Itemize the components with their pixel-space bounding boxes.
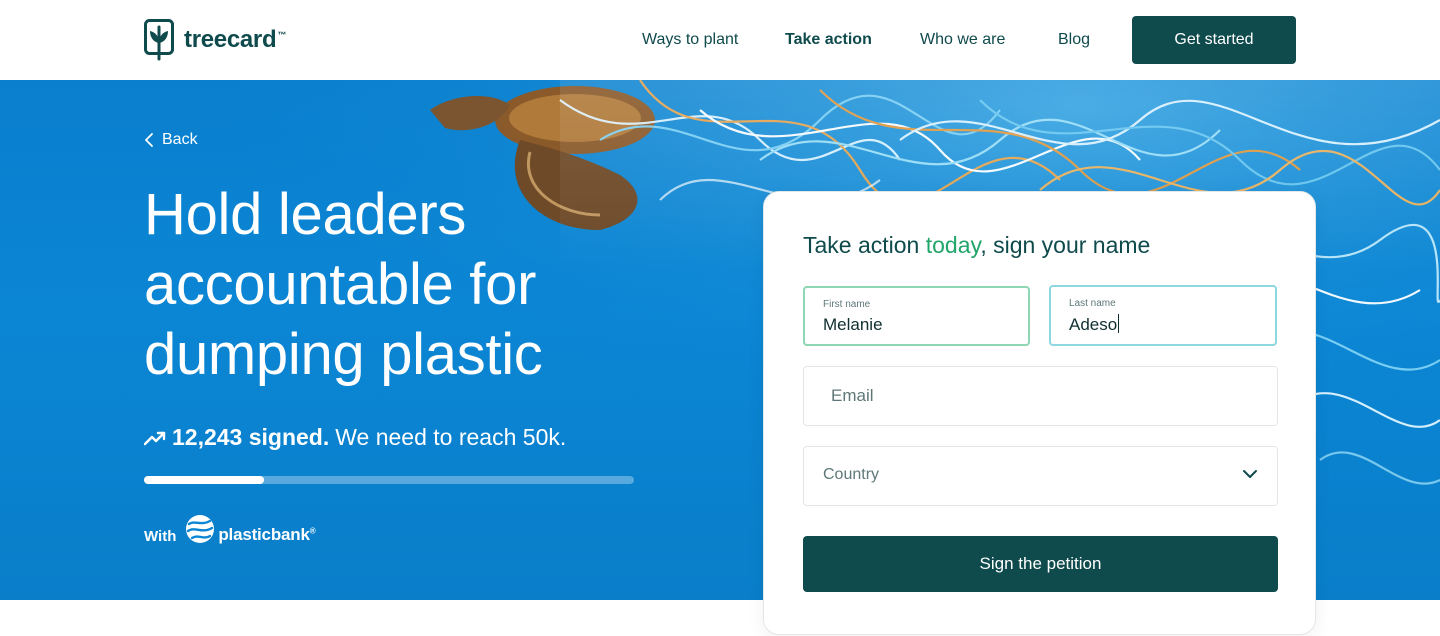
treecard-logo[interactable]: treecard™ [144,19,286,61]
back-link[interactable]: Back [144,131,198,149]
signed-count: 12,243 signed. [172,424,330,450]
chevron-down-icon [1243,470,1257,478]
hero-title-line: Hold leaders [144,182,467,247]
signature-count: 12,243 signed. We need to reach 50k. [144,424,566,451]
last-name-field[interactable]: Last name Adeso [1049,285,1277,346]
petition-progress-bar [144,476,634,484]
country-select[interactable]: Country [803,446,1278,506]
email-field[interactable]: Email [803,366,1278,426]
country-placeholder: Country [823,466,880,483]
first-name-input[interactable]: Melanie [823,315,1023,335]
partner-name: plasticbank® [218,525,316,544]
petition-form-card: Take action today, sign your name First … [763,191,1316,635]
chevron-left-icon [145,133,153,147]
plasticbank-logo[interactable]: plasticbank® [184,512,316,546]
leaf-tree-icon [144,19,174,61]
sign-petition-button[interactable]: Sign the petition [803,536,1278,592]
nav-blog[interactable]: Blog [1058,31,1090,49]
site-header: treecard™ Ways to plant Take action Who … [0,0,1440,80]
back-label: Back [162,131,198,148]
signed-goal: We need to reach 50k. [335,424,567,450]
hero-title: Hold leaders accountable for dumping pla… [144,180,664,390]
get-started-button[interactable]: Get started [1132,16,1296,64]
petition-progress-fill [144,476,264,484]
nav-take-action[interactable]: Take action [785,31,872,49]
hero-title-line: dumping plastic [144,322,543,387]
last-name-input[interactable]: Adeso [1069,314,1269,335]
last-name-label: Last name [1069,298,1116,309]
nav-who-we-are[interactable]: Who we are [920,31,1005,49]
nav-ways-to-plant[interactable]: Ways to plant [642,31,738,49]
partner-prefix: With [144,527,177,545]
plasticbank-globe-icon [186,515,215,543]
first-name-label: First name [823,299,871,310]
trending-up-icon [144,431,166,445]
email-placeholder: Email [831,386,874,405]
text-caret [1118,314,1120,333]
hero-title-line: accountable for [144,252,537,317]
first-name-field[interactable]: First name Melanie [803,286,1030,346]
partner-credit: With plasticbank® [144,512,316,546]
form-title: Take action today, sign your name [803,232,1151,258]
logo-wordmark: treecard™ [184,26,287,53]
